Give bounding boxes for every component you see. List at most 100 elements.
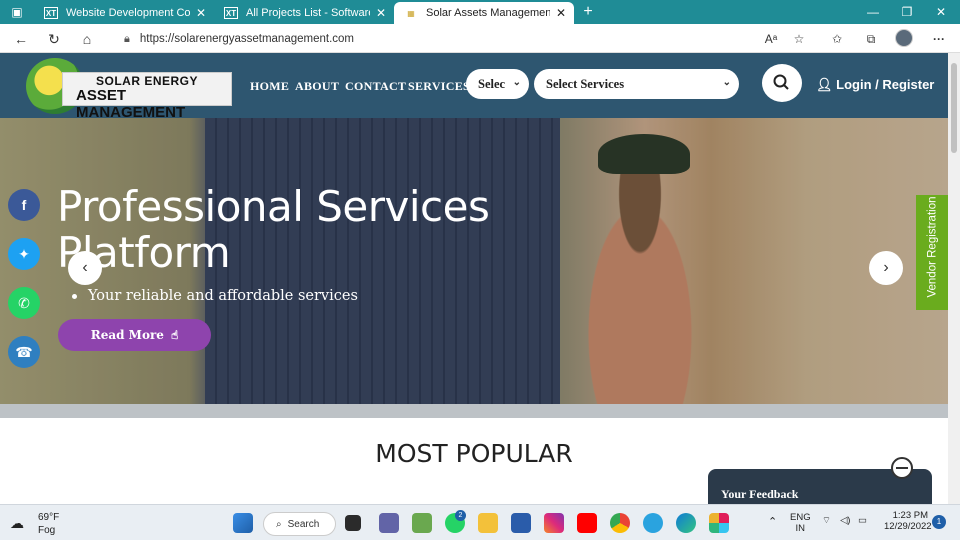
carousel-prev-button[interactable]: ‹ xyxy=(68,251,102,285)
chevron-down-icon: ⌄ xyxy=(722,77,731,88)
notification-badge[interactable]: 1 xyxy=(932,515,946,529)
nav-about[interactable]: ABOUT xyxy=(295,79,339,94)
vendor-registration-tab[interactable]: Vendor Registration xyxy=(916,195,948,310)
services-select[interactable]: Select Services ⌄ xyxy=(534,69,739,99)
chevron-left-icon: ‹ xyxy=(82,259,88,276)
solar-favicon-icon: ▦ xyxy=(407,8,415,18)
task-view-icon[interactable] xyxy=(345,515,361,531)
refresh-icon[interactable]: ↻ xyxy=(43,28,65,50)
language-indicator[interactable]: ENG IN xyxy=(790,512,811,534)
weather-condition: Fog xyxy=(38,525,56,536)
section-title: MOST POPULAR xyxy=(375,439,573,468)
phone-icon: ☎︎ xyxy=(15,344,33,360)
search-icon: ⌕ xyxy=(276,518,282,530)
tab-title: Website Development Company xyxy=(66,7,190,19)
clock[interactable]: 1:23 PM 12/29/2022 xyxy=(884,510,932,532)
browser-tab-2[interactable]: XT All Projects List - Software Devel ✕ xyxy=(214,2,394,24)
telegram-icon[interactable] xyxy=(643,513,663,533)
user-icon: 👤︎ xyxy=(816,77,833,92)
photos-icon[interactable] xyxy=(412,513,432,533)
collections-icon[interactable]: ⧉ xyxy=(860,28,882,50)
hero-bullet-text: Your reliable and affordable services xyxy=(88,288,358,304)
add-favorite-icon[interactable]: ☆ xyxy=(788,28,810,50)
nav-contact[interactable]: CONTACT xyxy=(345,79,406,94)
keyboard-region: IN xyxy=(795,523,806,534)
tab-close-icon[interactable]: ✕ xyxy=(196,6,206,20)
chevron-down-icon: ⌄ xyxy=(512,77,521,88)
temperature: 69°F xyxy=(38,512,60,523)
carousel-next-button[interactable]: › xyxy=(869,251,903,285)
language-code: ENG xyxy=(790,512,811,523)
read-more-button[interactable]: Read More ☝︎ xyxy=(58,319,211,351)
tab-title: Solar Assets Management Comp xyxy=(426,7,550,19)
read-more-label: Read More xyxy=(90,328,164,342)
tab-favicon: XT xyxy=(224,7,238,19)
phone-button[interactable]: ☎︎ xyxy=(8,336,40,368)
read-aloud-icon[interactable]: Aᵃ xyxy=(760,28,782,50)
logo-line-1: SOLAR ENERGY xyxy=(96,74,199,88)
twitter-button[interactable]: ✦ xyxy=(8,238,40,270)
volume-icon[interactable]: ◁) xyxy=(840,515,850,526)
taskbar-search-label: Search xyxy=(287,518,320,530)
more-menu-icon[interactable]: ··· xyxy=(928,28,950,50)
location-select[interactable]: Selec ⌄ xyxy=(466,69,529,99)
feedback-minimize-icon[interactable] xyxy=(891,457,913,479)
nav-home[interactable]: HOME xyxy=(250,79,289,94)
tab-actions-icon[interactable]: ▣ xyxy=(4,2,30,22)
url-field[interactable]: 🔒︎ https://solarenergyassetmanagement.co… xyxy=(118,28,758,50)
whatsapp-button[interactable]: ✆ xyxy=(8,287,40,319)
site-header: SOLAR ENERGY ASSET MANAGEMENT HOME ABOUT… xyxy=(0,53,948,121)
tab-close-icon[interactable]: ✕ xyxy=(376,6,386,20)
logo-line-2: ASSET MANAGEMENT xyxy=(76,87,186,121)
whatsapp-badge: 2 xyxy=(455,510,466,521)
login-label: Login / Register xyxy=(836,77,935,92)
nav-services[interactable]: SERVICES xyxy=(408,79,470,94)
store-icon[interactable] xyxy=(511,513,531,533)
back-icon[interactable]: ← xyxy=(10,28,32,50)
chevron-right-icon: › xyxy=(883,259,889,276)
tab-close-icon[interactable]: ✕ xyxy=(556,6,566,20)
browser-tab-1[interactable]: XT Website Development Company ✕ xyxy=(34,2,214,24)
address-bar: ← ↻ ⌂ 🔒︎ https://solarenergyassetmanagem… xyxy=(0,24,960,53)
start-icon[interactable] xyxy=(233,513,253,533)
profile-avatar[interactable] xyxy=(895,29,913,47)
minimize-icon[interactable]: — xyxy=(856,0,890,24)
feedback-label: Your Feedback xyxy=(721,487,799,501)
search-button[interactable] xyxy=(762,64,802,102)
website-viewport: SOLAR ENERGY ASSET MANAGEMENT HOME ABOUT… xyxy=(0,53,948,504)
taskbar-search[interactable]: ⌕ Search xyxy=(263,512,336,536)
twitter-icon: ✦ xyxy=(18,246,30,262)
tab-title: All Projects List - Software Devel xyxy=(246,7,370,19)
fog-icon: ☁︎ xyxy=(10,515,24,531)
login-register-link[interactable]: 👤︎ Login / Register xyxy=(816,77,934,93)
instagram-icon[interactable] xyxy=(544,513,564,533)
chrome-icon[interactable] xyxy=(610,513,630,533)
date: 12/29/2022 xyxy=(884,521,932,532)
tab-favicon: XT xyxy=(44,7,58,19)
time: 1:23 PM xyxy=(892,510,928,521)
scrollbar-thumb[interactable] xyxy=(951,63,957,153)
page-scrollbar[interactable] xyxy=(948,53,960,504)
youtube-icon[interactable] xyxy=(577,513,597,533)
slack-icon[interactable] xyxy=(709,513,729,533)
site-logo[interactable]: SOLAR ENERGY ASSET MANAGEMENT xyxy=(26,58,233,121)
restore-icon[interactable]: ❐ xyxy=(890,0,924,24)
home-icon[interactable]: ⌂ xyxy=(76,28,98,50)
file-explorer-icon[interactable] xyxy=(478,513,498,533)
hero-bullet: Your reliable and affordable services xyxy=(72,288,358,304)
windows-taskbar: ☁︎ 69°F Fog ⌕ Search 2 ⌃ ENG IN ⌔ ◁) ▭ 1:… xyxy=(0,504,960,540)
wifi-icon[interactable]: ⌔ xyxy=(822,515,831,526)
edge-icon[interactable] xyxy=(676,513,696,533)
hero-carousel: Professional Services Platform Your reli… xyxy=(0,118,948,418)
browser-tab-3-active[interactable]: ▦ Solar Assets Management Comp ✕ xyxy=(394,2,574,24)
location-select-value: Selec xyxy=(478,76,506,91)
favorites-icon[interactable]: ✩ xyxy=(826,28,848,50)
battery-icon[interactable]: ▭ xyxy=(858,515,867,526)
whatsapp-icon: ✆ xyxy=(18,295,30,311)
window-close-icon[interactable]: ✕ xyxy=(924,0,958,24)
search-icon xyxy=(773,74,789,90)
new-tab-icon[interactable]: + xyxy=(575,2,601,22)
teams-icon[interactable] xyxy=(379,513,399,533)
tray-chevron-up-icon[interactable]: ⌃ xyxy=(768,515,777,528)
facebook-button[interactable]: f xyxy=(8,189,40,221)
